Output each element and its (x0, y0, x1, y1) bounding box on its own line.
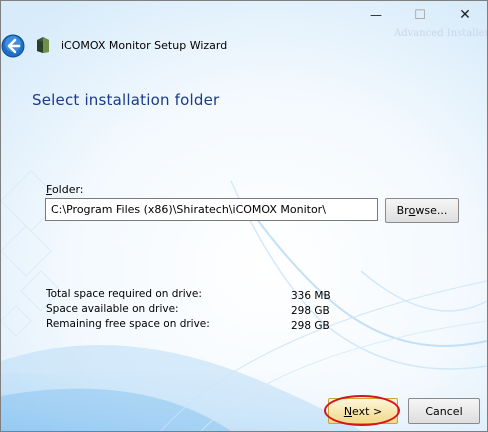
watermark-text: Advanced Installer (394, 28, 488, 39)
next-button[interactable]: Next > (328, 398, 398, 424)
maximize-button[interactable]: ☐ (398, 1, 442, 29)
close-icon: ✕ (459, 7, 471, 23)
space-remaining-value: 298 GB (291, 320, 330, 332)
browse-label-start: Br (396, 204, 409, 217)
space-required-value: 336 MB (291, 290, 331, 302)
space-required-label: Total space required on drive: (46, 288, 202, 300)
window-title: iCOMOX Monitor Setup Wizard (61, 39, 228, 52)
space-available-value: 298 GB (291, 305, 330, 317)
title-bar: Advanced Installer — ☐ ✕ iCOMOX Monitor … (1, 1, 487, 63)
next-label-text: ext > (352, 404, 383, 418)
back-button[interactable] (1, 34, 25, 58)
setup-wizard-window: Advanced Installer — ☐ ✕ iCOMOX Monitor … (0, 0, 488, 432)
installer-app-icon (35, 36, 51, 54)
minimize-icon: — (370, 8, 382, 22)
maximize-icon: ☐ (414, 7, 426, 23)
close-button[interactable]: ✕ (443, 1, 487, 29)
minimize-button[interactable]: — (354, 1, 398, 29)
browse-label-accesskey: o (408, 204, 416, 217)
folder-label: Folder: (46, 183, 84, 196)
page-title: Select installation folder (32, 91, 220, 109)
space-available-label: Space available on drive: (46, 303, 179, 315)
browse-label-end: wse... (415, 204, 448, 217)
space-remaining-label: Remaining free space on drive: (46, 318, 210, 330)
cancel-button[interactable]: Cancel (408, 398, 480, 424)
next-label-accesskey: N (343, 404, 353, 418)
back-arrow-icon (1, 34, 25, 58)
browse-button[interactable]: Br o wse... (385, 198, 459, 223)
folder-path-input[interactable]: C:\Program Files (x86)\Shiratech\iCOMOX … (45, 198, 378, 221)
folder-label-text: older: (51, 183, 84, 196)
